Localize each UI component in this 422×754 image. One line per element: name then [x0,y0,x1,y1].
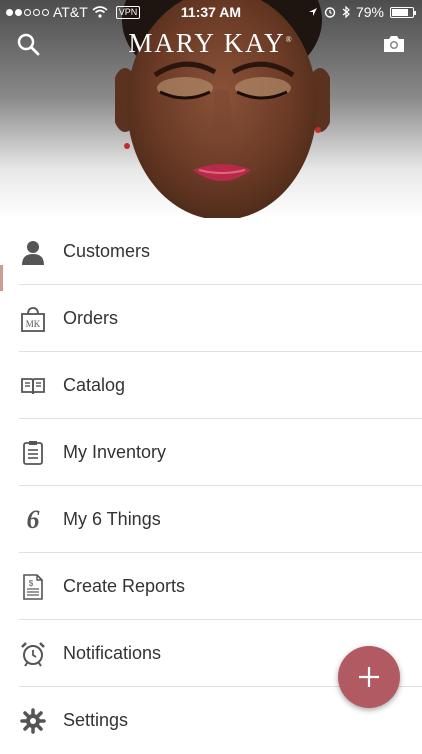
report-icon: $ [19,573,47,601]
shopping-bag-icon: MK [19,305,47,333]
menu-item-label: My Inventory [63,442,167,462]
menu-item-orders[interactable]: MK Orders [0,285,422,352]
menu-item-label: Create Reports [63,576,186,596]
alarm-clock-icon [19,640,47,668]
menu-item-my-6-things[interactable]: 6 My 6 Things [0,486,422,553]
menu-item-label: Notifications [63,643,162,663]
customer-icon [19,238,47,266]
add-button[interactable] [338,646,400,708]
menu-item-label: Customers [63,241,151,261]
header-hero: AT&T VPN 11:37 AM 79% MARY KAY® [0,0,422,218]
clipboard-icon [19,439,47,467]
camera-button[interactable] [382,32,406,56]
battery-icon [390,6,416,18]
menu-item-label: Orders [63,308,119,328]
menu-item-create-reports[interactable]: $ Create Reports [0,553,422,620]
camera-icon [384,36,404,52]
gear-icon [19,707,47,735]
six-icon: 6 [26,504,40,534]
bluetooth-icon [342,6,350,18]
plus-icon [359,667,379,687]
status-bar: AT&T VPN 11:37 AM 79% [0,0,422,24]
open-book-icon [19,372,47,400]
battery-percent: 79% [355,4,384,20]
location-arrow-icon [308,8,317,16]
menu-item-catalog[interactable]: Catalog [0,352,422,419]
svg-text:$: $ [29,579,34,588]
brand-logo: MARY KAY® [128,28,294,58]
menu-item-label: Catalog [63,375,126,395]
search-icon [17,33,40,56]
search-button[interactable] [16,32,40,56]
orders-icon-text: MK [26,319,41,329]
menu-item-label: Settings [63,710,129,730]
menu-item-label: My 6 Things [63,509,161,529]
alarm-icon [324,7,336,18]
menu-item-my-inventory[interactable]: My Inventory [0,419,422,486]
menu-item-customers[interactable]: Customers [0,218,422,285]
